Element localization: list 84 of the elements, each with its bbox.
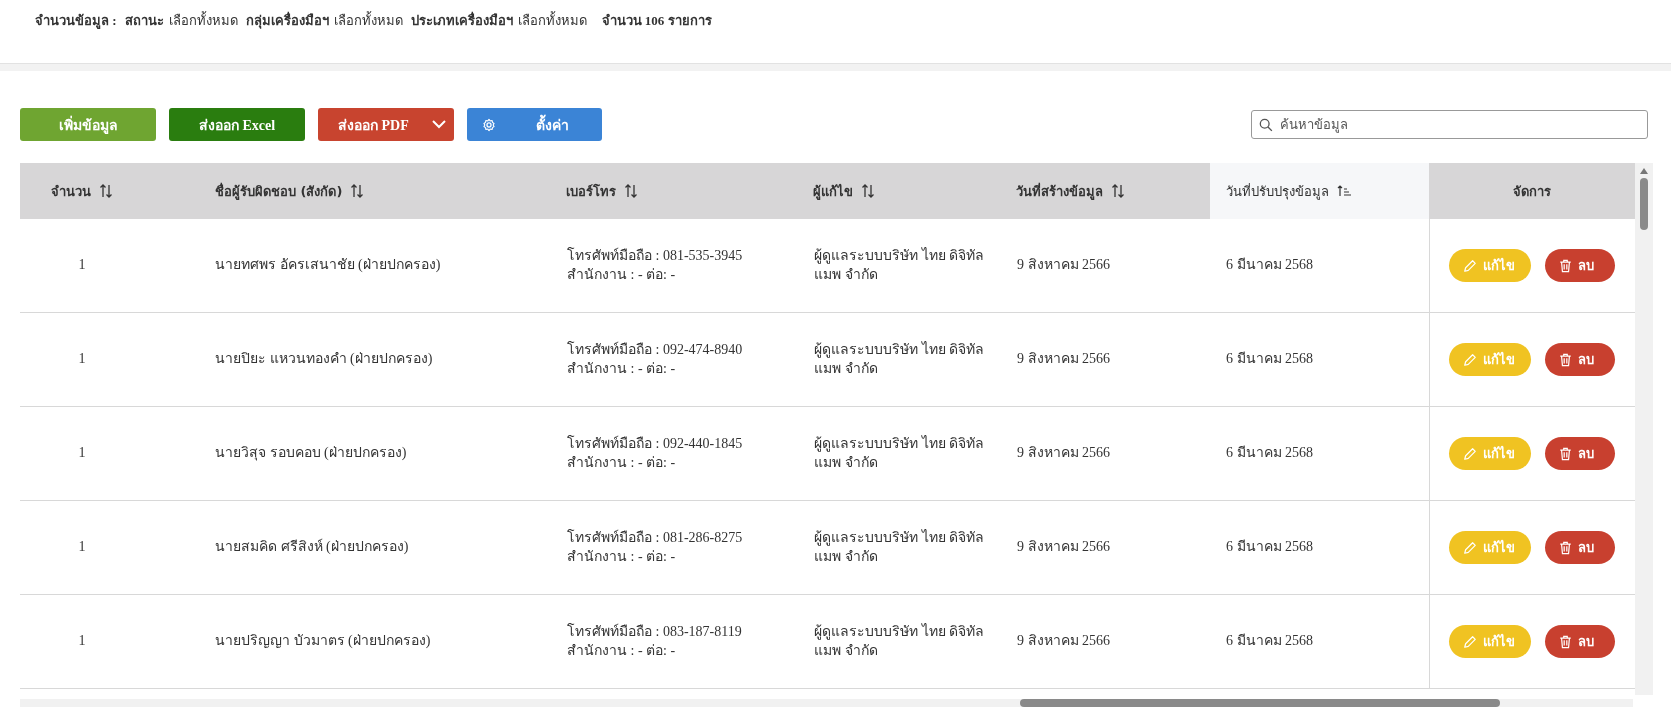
table-cell: นายทศพร อัครเสนาชัย (ฝ่ายปกครอง) [215,257,441,273]
phone-office: สำนักงาน : - ต่อ: - [567,547,677,566]
table-cell: 6 มีนาคม 2568 [1226,351,1313,367]
vertical-scrollbar[interactable] [1635,163,1653,695]
scroll-up-icon[interactable] [1640,168,1648,174]
delete-button[interactable]: ลบ [1545,531,1616,564]
pencil-icon [1463,258,1478,273]
total-count: จำนวน 106 รายการ [601,12,712,30]
column-header[interactable]: วันที่ปรับปรุงข้อมูล [1210,163,1429,219]
delete-button[interactable]: ลบ [1545,437,1616,470]
sort-icon [1111,184,1125,198]
phone-mobile: โทรศัพท์มือถือ : 081-535-3945 [567,247,744,266]
settings-icon [482,117,496,132]
phone-office: สำนักงาน : - ต่อ: - [567,453,677,472]
pencil-icon [1463,352,1478,367]
table-cell: 9 สิงหาคม 2566 [1017,633,1110,649]
column-header[interactable]: ชื่อผู้รับผิดชอบ (สังกัด) [144,163,566,219]
trash-icon [1559,446,1573,461]
table-cell: 9 สิงหาคม 2566 [1017,539,1110,555]
trash-icon [1559,258,1573,273]
trash-icon [1559,352,1573,367]
table-cell: 1 [78,539,86,555]
scrollbar-thumb[interactable] [1020,699,1500,707]
sort-icon [99,184,113,198]
table-cell: 6 มีนาคม 2568 [1226,445,1313,461]
delete-button[interactable]: ลบ [1545,625,1616,658]
delete-button[interactable]: ลบ [1545,249,1616,282]
table-cell: 1 [78,445,86,461]
column-header[interactable]: วันที่สร้างข้อมูล [1016,163,1210,219]
sort-icon [861,184,875,198]
phone-mobile: โทรศัพท์มือถือ : 092-474-8940 [567,341,744,360]
table-cell: 9 สิงหาคม 2566 [1017,351,1110,367]
summary-label: จำนวนข้อมูล : [35,12,117,31]
pencil-icon [1463,634,1478,649]
filter-value: เลือกทั้งหมด [517,10,587,30]
delete-button[interactable]: ลบ [1545,343,1616,376]
table-cell: นายปิยะ แหวนทองคำ (ฝ่ายปกครอง) [215,351,433,367]
filter-name: กลุ่มเครื่องมือฯ [245,10,329,31]
phone-mobile: โทรศัพท์มือถือ : 081-286-8275 [567,529,744,548]
add-button[interactable]: เพิ่มข้อมูล [20,108,156,141]
table-cell: 6 มีนาคม 2568 [1226,633,1313,649]
chevron-down-icon [432,120,446,129]
phone-office: สำนักงาน : - ต่อ: - [567,359,677,378]
table-cell: 1 [78,633,86,649]
trash-icon [1559,540,1573,555]
table-cell: 6 มีนาคม 2568 [1226,257,1313,273]
search-icon [1259,118,1273,132]
column-header[interactable]: เบอร์โทร [566,163,813,219]
table-cell-text: ผู้ดูแลระบบบริษัท ไทย ดิจิทัล แมพ จำกัด [814,623,985,660]
filter-name: ประเภทเครื่องมือฯ [410,10,513,30]
phone-office: สำนักงาน : - ต่อ: - [567,265,677,284]
sort-icon [350,184,365,198]
column-header[interactable]: ผู้แก้ไข [813,163,1016,219]
table-cell-text: ผู้ดูแลระบบบริษัท ไทย ดิจิทัล แมพ จำกัด [814,247,985,284]
table-cell-text: ผู้ดูแลระบบบริษัท ไทย ดิจิทัล แมพ จำกัด [814,435,985,472]
table-cell: นายปริญญา บัวมาตร (ฝ่ายปกครอง) [215,633,431,649]
settings-button[interactable]: ตั้งค่า [467,108,602,141]
trash-icon [1559,634,1573,649]
table-cell-text: ผู้ดูแลระบบบริษัท ไทย ดิจิทัล แมพ จำกัด [814,341,985,378]
table-cell: 6 มีนาคม 2568 [1226,539,1313,555]
pencil-icon [1463,540,1478,555]
export-pdf-button[interactable]: ส่งออก PDF [318,108,454,141]
sort-icon [624,184,638,198]
table-cell-text: ผู้ดูแลระบบบริษัท ไทย ดิจิทัล แมพ จำกัด [814,529,985,566]
table-cell: 9 สิงหาคม 2566 [1017,445,1110,461]
phone-mobile: โทรศัพท์มือถือ : 092-440-1845 [567,435,744,454]
table-cell: นายวิสุจ รอบคอบ (ฝ่ายปกครอง) [215,445,407,461]
table-cell: 1 [78,351,86,367]
table-cell: 9 สิงหาคม 2566 [1017,257,1110,273]
filter-name: สถานะ [124,12,164,30]
table-cell: 1 [78,257,86,273]
search-field[interactable]: ค้นหาข้อมูล [1251,110,1648,139]
column-header[interactable]: จัดการ [1429,163,1635,219]
filter-value: เลือกทั้งหมด [168,10,238,30]
scrollbar-thumb[interactable] [1640,178,1648,230]
export-excel-button[interactable]: ส่งออก Excel [169,108,305,141]
phone-mobile: โทรศัพท์มือถือ : 083-187-8119 [567,623,743,642]
sort-ascending-icon [1337,185,1351,197]
phone-office: สำนักงาน : - ต่อ: - [567,641,677,660]
column-header[interactable]: จำนวน [20,163,144,219]
filter-value: เลือกทั้งหมด [333,10,403,30]
horizontal-scrollbar[interactable] [20,699,1633,707]
table-cell: นายสมคิด ศรีสิงห์ (ฝ่ายปกครอง) [215,539,409,555]
pencil-icon [1463,446,1478,461]
